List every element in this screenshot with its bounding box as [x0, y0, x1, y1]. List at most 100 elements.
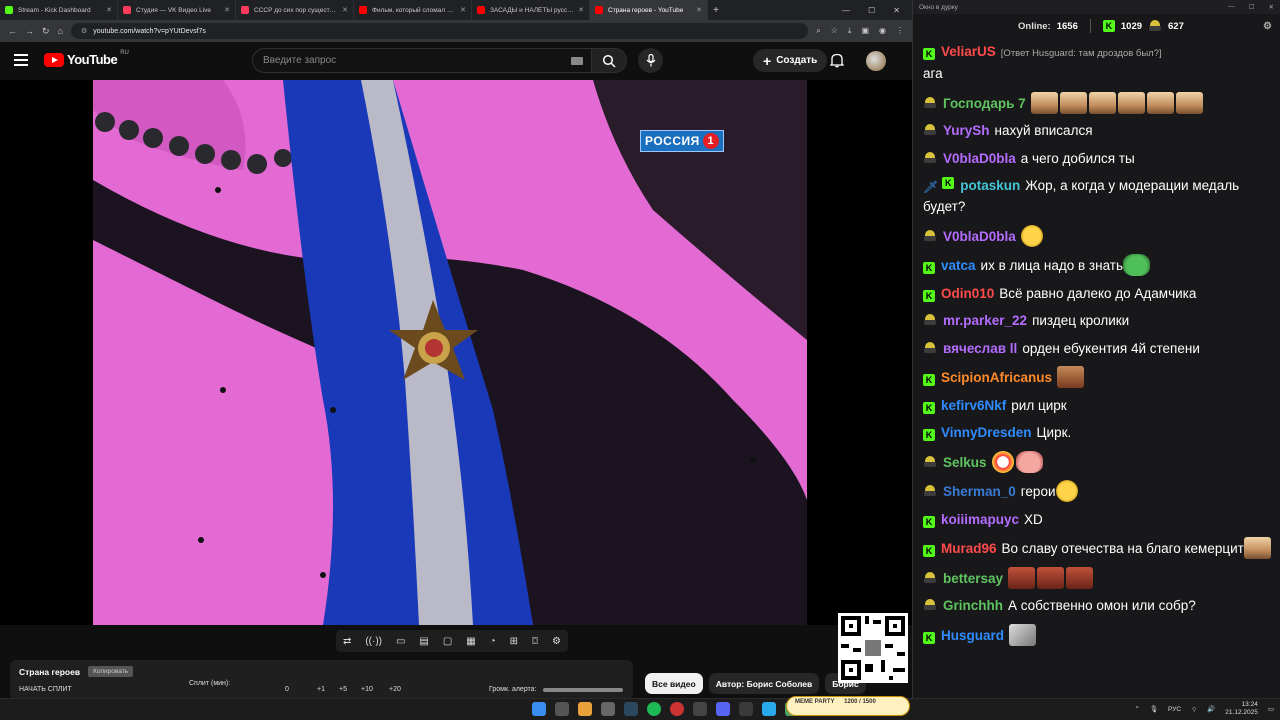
- video-frame[interactable]: РОССИЯ 1: [93, 80, 807, 625]
- browser-tab[interactable]: Stream - Kick Dashboard ✕: [0, 0, 118, 20]
- chat-message[interactable]: V0blaD0bla: [921, 224, 1273, 247]
- download-icon[interactable]: ⤓: [848, 26, 852, 36]
- miniplayer-icon[interactable]: ▦: [466, 636, 475, 647]
- close-window-icon[interactable]: ✕: [893, 6, 900, 15]
- chat-username[interactable]: вячеслав ll: [943, 341, 1017, 356]
- home-icon[interactable]: ⌂: [58, 26, 63, 36]
- chat-message[interactable]: K ScipionAfricanus: [921, 366, 1273, 388]
- chat-username[interactable]: YurySh: [943, 123, 990, 138]
- start-split-button[interactable]: НАЧАТЬ СПЛИТ: [19, 686, 189, 693]
- chat-message[interactable]: Kkefirv6Nkf рил цирк: [921, 396, 1273, 416]
- clock[interactable]: 13:24 21.12.2025: [1225, 701, 1258, 717]
- chat-message[interactable]: 🗡 Kpotaskun Жор, а когда у модерации медал…: [921, 176, 1273, 217]
- chat-username[interactable]: VeliarUS: [941, 44, 996, 59]
- loop-icon[interactable]: ⇄: [343, 636, 351, 647]
- profile-icon[interactable]: ◉: [879, 26, 886, 36]
- create-button[interactable]: + Создать: [753, 49, 828, 72]
- add-icon[interactable]: ⊞: [510, 636, 518, 647]
- chat-username[interactable]: Grinchhh: [943, 598, 1003, 613]
- chat-username[interactable]: Murad96: [941, 541, 997, 556]
- tray-mic-icon[interactable]: 🎙: [1150, 705, 1158, 713]
- settings-gear-icon[interactable]: ⚙: [552, 636, 561, 647]
- chat-message[interactable]: Господарь 7: [921, 91, 1273, 114]
- tab-close-icon[interactable]: ✕: [342, 6, 348, 14]
- app-gray-icon[interactable]: [739, 702, 753, 716]
- chat-message[interactable]: K Murad96 Во славу отечества на благо кеме…: [921, 537, 1273, 559]
- autoplay-icon[interactable]: ▭: [396, 636, 405, 647]
- chat-message-list[interactable]: K VeliarUS [Ответ Husguard: там дроздов бы…: [921, 42, 1273, 692]
- zoom-icon[interactable]: ⌕: [816, 26, 820, 36]
- reload-icon[interactable]: ↻: [42, 26, 50, 37]
- chat-username[interactable]: ScipionAfricanus: [941, 370, 1052, 385]
- chat-minimize-icon[interactable]: —: [1228, 3, 1235, 11]
- tab-close-icon[interactable]: ✕: [224, 6, 230, 14]
- chat-message[interactable]: K VinnyDresden Цирк.: [921, 423, 1273, 443]
- split-value-10[interactable]: +10: [361, 686, 389, 693]
- chip-author[interactable]: Автор: Борис Соболев: [708, 673, 820, 694]
- chat-message[interactable]: V0blaD0bla а чего добился ты: [921, 149, 1273, 169]
- chat-message[interactable]: Kvatca их в лица надо в знать: [921, 254, 1273, 276]
- notifications-button[interactable]: [829, 53, 845, 73]
- explorer-icon[interactable]: [601, 702, 615, 716]
- volume-icon[interactable]: 🔊: [1207, 705, 1215, 713]
- screenshot-icon[interactable]: ⌼: [532, 636, 538, 647]
- menu-icon[interactable]: ⋮: [896, 26, 904, 36]
- split-value-20[interactable]: +20: [389, 686, 489, 693]
- discord-icon[interactable]: [716, 702, 730, 716]
- start-icon[interactable]: [532, 702, 546, 716]
- clip-icon[interactable]: ▤: [419, 636, 428, 647]
- spotify-icon[interactable]: [647, 702, 661, 716]
- reply-reference[interactable]: [Ответ Husguard: там дроздов был?]: [1001, 48, 1162, 59]
- browser-tab[interactable]: Фильм, который сломал Тома ✕: [354, 0, 472, 20]
- chat-settings-icon[interactable]: ⚙: [1263, 21, 1272, 32]
- steam-icon[interactable]: [624, 702, 638, 716]
- search-taskbar-icon[interactable]: [555, 702, 569, 716]
- browser-tab[interactable]: Студия — VK Видео Live ✕: [118, 0, 236, 20]
- chrome-icon[interactable]: [578, 702, 592, 716]
- video-player[interactable]: РОССИЯ 1: [0, 80, 912, 625]
- chat-username[interactable]: vatca: [941, 258, 976, 273]
- tab-close-icon[interactable]: ✕: [106, 6, 112, 14]
- extensions-icon[interactable]: ▣: [861, 26, 869, 36]
- account-avatar[interactable]: [866, 51, 886, 71]
- alert-volume-slider[interactable]: [542, 688, 623, 692]
- telegram-icon[interactable]: [762, 702, 776, 716]
- app-red-icon[interactable]: [670, 702, 684, 716]
- chat-username[interactable]: VinnyDresden: [941, 425, 1032, 440]
- language-indicator[interactable]: РУС: [1168, 706, 1181, 713]
- youtube-logo[interactable]: YouTube RU: [44, 50, 129, 67]
- voice-search-button[interactable]: [638, 48, 663, 73]
- split-value-1[interactable]: +1: [317, 686, 339, 693]
- obs-icon[interactable]: [693, 702, 707, 716]
- new-tab-button[interactable]: +: [708, 5, 724, 16]
- chat-username[interactable]: potaskun: [960, 178, 1020, 193]
- chat-username[interactable]: Odin010: [941, 286, 994, 301]
- forward-icon[interactable]: →: [25, 26, 34, 36]
- chat-username[interactable]: Sherman_0: [943, 484, 1016, 499]
- menu-hamburger-icon[interactable]: [14, 54, 28, 66]
- url-field[interactable]: ⚙ youtube.com/watch?v=pYUtDevsf7s: [70, 23, 809, 39]
- notifications-tray-icon[interactable]: ▭: [1268, 705, 1274, 713]
- tray-expand-icon[interactable]: ⌃: [1134, 705, 1139, 713]
- chat-username[interactable]: kefirv6Nkf: [941, 398, 1006, 413]
- wifi-icon[interactable]: ⌔: [1191, 705, 1197, 714]
- browser-tab[interactable]: ЗАСАДЫ и НАЛЁТЫ русских Р ✕: [472, 0, 590, 20]
- chat-message[interactable]: mr.parker_22 пиздец кролики: [921, 311, 1273, 331]
- chip-all-videos[interactable]: Все видео: [645, 673, 703, 694]
- browser-tab[interactable]: Страна героев - YouTube ✕: [590, 0, 708, 20]
- chat-username[interactable]: Господарь 7: [943, 96, 1026, 111]
- chat-message[interactable]: Grinchhh А собственно омон или собр?: [921, 596, 1273, 616]
- search-button[interactable]: [591, 48, 627, 73]
- chat-message[interactable]: K VeliarUS [Ответ Husguard: там дроздов бы…: [921, 42, 1273, 84]
- tab-close-icon[interactable]: ✕: [578, 6, 584, 14]
- split-value-0[interactable]: 0: [285, 686, 317, 693]
- chat-username[interactable]: V0blaD0bla: [943, 151, 1016, 166]
- minimize-icon[interactable]: —: [842, 6, 850, 15]
- chat-maximize-icon[interactable]: ☐: [1249, 3, 1255, 11]
- search-input[interactable]: Введите запрос: [252, 48, 592, 73]
- star-icon[interactable]: ☆: [831, 26, 838, 36]
- split-value-5[interactable]: +5: [339, 686, 361, 693]
- cast-icon[interactable]: ((·)): [365, 636, 382, 647]
- chat-close-icon[interactable]: ✕: [1269, 3, 1274, 11]
- chat-username[interactable]: Selkus: [943, 455, 987, 470]
